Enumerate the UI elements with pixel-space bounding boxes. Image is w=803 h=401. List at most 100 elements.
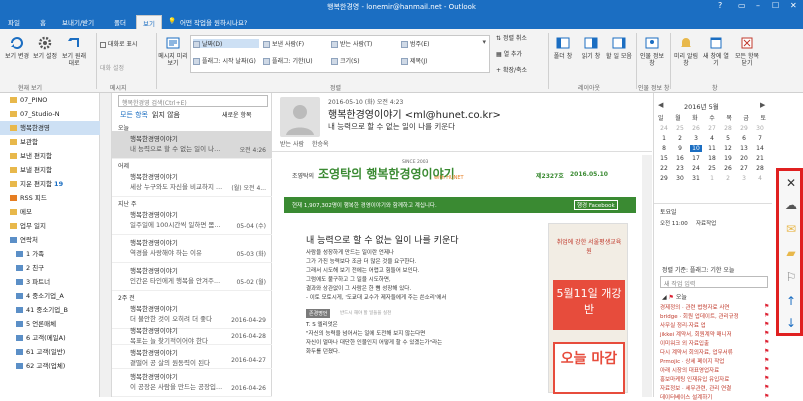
folder-item[interactable]: 지운 편지함 19 xyxy=(0,177,100,191)
message-preview-button[interactable]: 메시지 미리 보기 xyxy=(158,35,188,67)
calendar-day[interactable]: 4 xyxy=(706,135,718,142)
next-month-icon[interactable]: ▶ xyxy=(760,101,765,109)
task-item[interactable]: jikkei 계약서, 회원계약 매니저 ⚑ xyxy=(660,330,769,338)
sort-flag-due[interactable]: 플래그: 기한(U) xyxy=(263,56,313,65)
view-change-button[interactable]: 보기 변경 xyxy=(4,35,30,60)
add-columns-button[interactable]: ▦ 열 추가 xyxy=(496,51,522,58)
list-item[interactable]: 행복한경영이야기 이 공장은 사람을 만드는 공장입... 2016-04-26 xyxy=(112,369,272,397)
folder-item[interactable]: 보관함 xyxy=(0,135,100,149)
maximize-button[interactable]: ☐ xyxy=(772,1,779,10)
to-recipient[interactable]: 한승옥 xyxy=(312,139,329,148)
calendar-day[interactable]: 14 xyxy=(754,145,766,152)
list-item[interactable]: 행복한경영이야기 목표는 늘 찾기적이어야 한다 2016-04-28 xyxy=(112,323,272,345)
new-window-button[interactable]: 새 창에 열기 xyxy=(702,35,730,67)
calendar-day[interactable]: 24 xyxy=(658,125,670,132)
sort-flag-start[interactable]: 플래그: 시작 날짜(G) xyxy=(193,56,256,65)
folder-item[interactable]: 5 언론매체 xyxy=(0,317,100,331)
calendar-day[interactable]: 18 xyxy=(706,155,718,162)
tab-view[interactable]: 보기 xyxy=(136,15,162,29)
flag-icon[interactable]: ⚑ xyxy=(764,321,769,328)
calendar-day[interactable]: 24 xyxy=(690,165,702,172)
calendar-day[interactable]: 20 xyxy=(738,155,750,162)
calendar-day[interactable]: 9 xyxy=(674,145,686,152)
task-sort-header[interactable]: 정렬 기준: 플래그: 기한 오늘 xyxy=(662,265,734,274)
close-icon[interactable]: ✕ xyxy=(783,175,799,191)
sort-date[interactable]: 날짜(D) xyxy=(193,39,259,48)
reading-pane-button[interactable]: 읽기 창 xyxy=(578,35,604,60)
calendar-day[interactable]: 3 xyxy=(738,175,750,182)
calendar-day[interactable]: 26 xyxy=(690,125,702,132)
search-input[interactable]: 행복한경영 검색(Ctrl+E) xyxy=(118,95,268,107)
tell-me-input[interactable]: 어떤 작업을 원하시나요? xyxy=(180,17,247,27)
flag-icon[interactable]: ⚑ xyxy=(764,366,769,373)
conversation-settings-button[interactable]: 대화 설정 xyxy=(100,65,124,72)
task-item[interactable]: 경제정의 · 관련 법령자료 사연 ⚑ xyxy=(660,303,769,311)
calendar-day[interactable]: 5 xyxy=(722,135,734,142)
calendar-day[interactable]: 27 xyxy=(738,165,750,172)
sort-by-label[interactable]: 새로운 항목 xyxy=(222,110,252,119)
calendar-day[interactable]: 16 xyxy=(674,155,686,162)
calendar-day[interactable]: 30 xyxy=(674,175,686,182)
folder-item[interactable]: 4 중소기업_A xyxy=(0,289,100,303)
folder-item[interactable]: 연락처 xyxy=(0,233,100,247)
calendar-day[interactable]: 23 xyxy=(674,165,686,172)
new-task-input[interactable]: 새 작업 입력 xyxy=(660,276,768,288)
sort-subject[interactable]: 제목(J) xyxy=(401,56,428,65)
flag-icon[interactable]: ⚑ xyxy=(764,330,769,337)
calendar-day[interactable]: 29 xyxy=(738,125,750,132)
folder-item[interactable]: 3 파트너 xyxy=(0,275,100,289)
folder-item[interactable]: 보낸 편지함 xyxy=(0,149,100,163)
list-item[interactable]: 행복한경영이야기 인간은 타인에게 행복을 안겨주... 05-02 (월) xyxy=(112,263,272,291)
arrow-down-icon[interactable]: ↓ xyxy=(783,315,799,331)
calendar-day[interactable]: 28 xyxy=(754,165,766,172)
filter-unread[interactable]: 읽지 않음 xyxy=(152,110,180,120)
flag-icon[interactable]: ⚑ xyxy=(764,303,769,310)
calendar-day[interactable]: 26 xyxy=(722,165,734,172)
calendar-day[interactable]: 21 xyxy=(754,155,766,162)
reverse-sort-button[interactable]: ⇅ 정렬 취소 xyxy=(496,35,527,42)
calendar-day[interactable]: 15 xyxy=(658,155,670,162)
calendar-day[interactable]: 10 xyxy=(690,145,702,152)
calendar-day[interactable]: 25 xyxy=(674,125,686,132)
flag-icon[interactable]: ⚑ xyxy=(764,384,769,391)
calendar-day[interactable]: 25 xyxy=(706,165,718,172)
task-item[interactable]: 이미워크 외 자료입출 ⚑ xyxy=(660,339,769,347)
help-button[interactable]: ? xyxy=(718,1,722,10)
close-all-button[interactable]: 모든 항목 닫기 xyxy=(732,35,762,67)
task-item[interactable]: 아래 시장의 대표영업자료 ⚑ xyxy=(660,366,769,374)
task-item[interactable]: 홍보마케팅 인재유입 유입자료 ⚑ xyxy=(660,375,769,383)
flag-icon[interactable]: ⚑ xyxy=(764,339,769,346)
restore-ribbon-button[interactable]: ▭ xyxy=(738,1,746,10)
todo-bar-button[interactable]: 할 일 모음 xyxy=(606,35,632,60)
folder-item[interactable]: 07_PINO xyxy=(0,93,100,107)
folder-item[interactable]: 6 고객(메일A) xyxy=(0,331,100,345)
calendar-day[interactable]: 7 xyxy=(754,135,766,142)
calendar-day[interactable]: 17 xyxy=(690,155,702,162)
list-item[interactable]: 행복한경영이야기 곁떨어 공 살의 원동력이 된다 2016-04-27 xyxy=(112,345,272,369)
calendar-day[interactable]: 11 xyxy=(706,145,718,152)
folder-pane-button[interactable]: 폴더 창 xyxy=(550,35,576,60)
reading-scrollbar[interactable] xyxy=(642,155,652,397)
minimize-button[interactable]: – xyxy=(756,1,760,10)
flag-icon[interactable]: ⚑ xyxy=(764,348,769,355)
task-item[interactable]: 사무실 정리·자료 업 ⚑ xyxy=(660,321,769,329)
prev-month-icon[interactable]: ◀ xyxy=(658,101,663,109)
ad-banner[interactable]: 취업에 강한 서울평생교육원 5월11일 개강반 오늘 마감 xyxy=(548,223,628,394)
task-item[interactable]: 데이터베이스 설계하기 ⚑ xyxy=(660,393,769,401)
sort-from[interactable]: 보낸 사람(F) xyxy=(263,39,304,48)
sort-category[interactable]: 범주(E) xyxy=(401,39,430,48)
calendar-day[interactable]: 2 xyxy=(674,135,686,142)
folder-item[interactable]: 41 중소기업_B xyxy=(0,303,100,317)
expand-collapse-button[interactable]: + 확장/축소 xyxy=(496,67,527,74)
calendar-day[interactable]: 12 xyxy=(722,145,734,152)
event-title[interactable]: 자료작업 xyxy=(696,219,716,227)
calendar-day[interactable]: 27 xyxy=(706,125,718,132)
reminders-button[interactable]: 미리 알림 창 xyxy=(672,35,700,67)
list-item[interactable]: 행복한경영이야기 내 능력으로 할 수 없는 일이 나... 오전 4:26 xyxy=(112,131,272,159)
tab-home[interactable]: 홈 xyxy=(40,17,46,27)
task-item[interactable]: 자료정보 · 세무관련, 관리 연결 ⚑ xyxy=(660,384,769,392)
calendar-day[interactable]: 8 xyxy=(658,145,670,152)
sort-size[interactable]: 크기(S) xyxy=(331,56,360,65)
list-item[interactable]: 행복한경영이야기 일주일에 100시간씩 일하면 몸... 05-04 (수) xyxy=(112,207,272,235)
calendar-day[interactable]: 28 xyxy=(722,125,734,132)
